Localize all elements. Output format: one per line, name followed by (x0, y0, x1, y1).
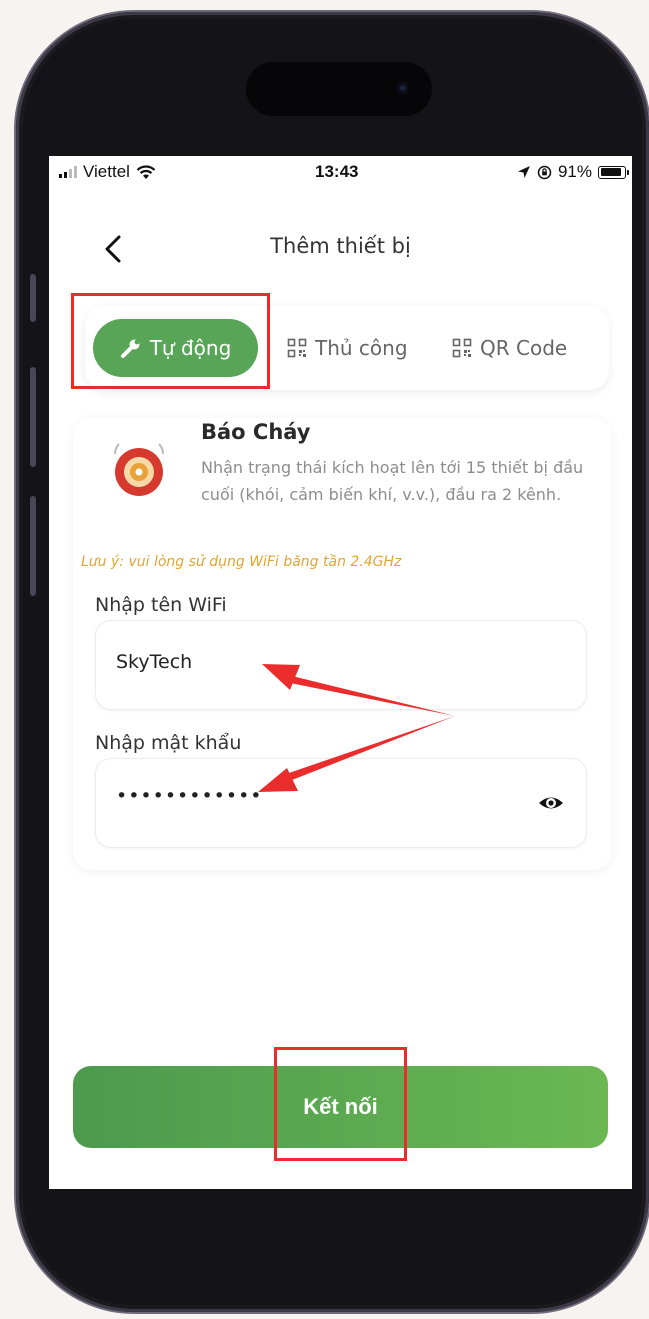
arrow-shaft-to-password (289, 716, 455, 780)
annotation-arrows (258, 664, 455, 792)
arrow-head-to-wifi-name (262, 664, 300, 690)
arrow-shaft-to-wifi-name (290, 676, 455, 716)
arrow-head-to-password (258, 768, 298, 792)
